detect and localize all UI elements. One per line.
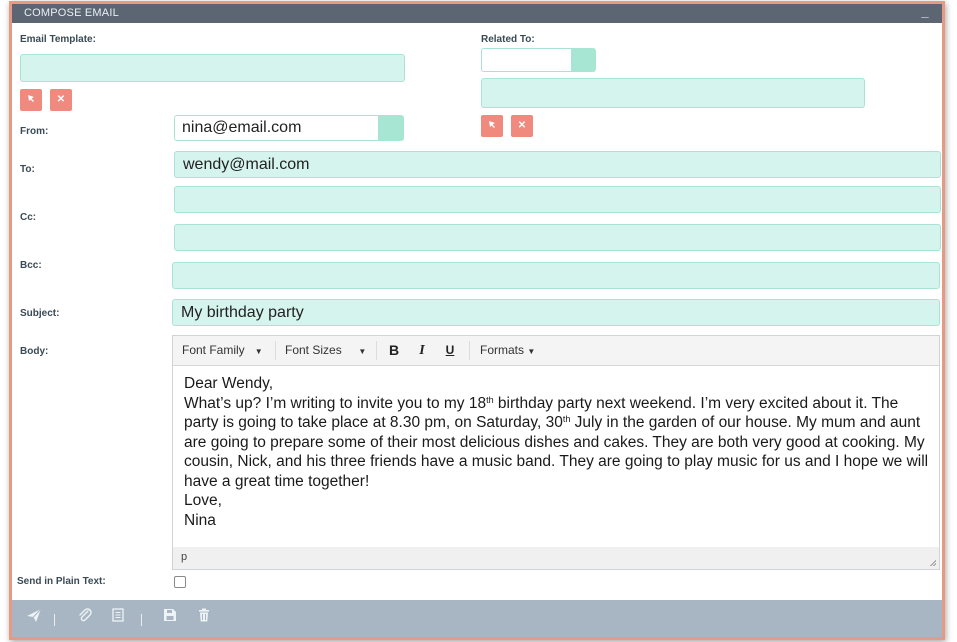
subject-label: Subject: <box>20 308 60 319</box>
body-editor[interactable]: Font Family ▼ Font Sizes ▼ B I U Formats… <box>172 335 940 570</box>
element-path[interactable]: p <box>181 551 187 563</box>
to-input[interactable] <box>175 152 940 177</box>
to-label: To: <box>20 164 35 175</box>
title-bar: COMPOSE EMAIL _ <box>12 4 942 23</box>
from-dropdown-button[interactable] <box>379 115 404 141</box>
action-bar <box>12 600 942 637</box>
body-label: Body: <box>20 346 49 357</box>
from-field[interactable] <box>174 115 379 141</box>
arrow-pointer-icon <box>28 95 34 102</box>
window-title: COMPOSE EMAIL <box>24 7 119 19</box>
font-family-dropdown[interactable]: Font Family ▼ <box>182 336 263 365</box>
plain-text-checkbox[interactable] <box>174 576 186 588</box>
related-to-type-select[interactable] <box>481 48 572 72</box>
arrow-pointer-icon <box>489 121 495 128</box>
font-sizes-dropdown[interactable]: Font Sizes ▼ <box>285 336 366 365</box>
bcc-field[interactable] <box>172 262 940 289</box>
related-to-input[interactable] <box>482 79 864 107</box>
bcc-label: Bcc: <box>20 260 42 271</box>
email-template-input[interactable] <box>21 55 404 81</box>
related-to-type-input[interactable] <box>482 49 571 71</box>
bold-button[interactable]: B <box>385 336 403 365</box>
toolbar-divider <box>376 341 377 360</box>
caret-down-icon: ▼ <box>527 347 536 356</box>
body-closing: Love, <box>184 492 222 509</box>
editor-toolbar: Font Family ▼ Font Sizes ▼ B I U Formats… <box>173 336 939 366</box>
email-template-clear-button[interactable]: ✕ <box>50 89 72 111</box>
cc-label: Cc: <box>20 212 37 223</box>
plain-text-label: Send in Plain Text: <box>17 576 106 587</box>
close-icon: ✕ <box>56 94 66 105</box>
body-paragraph: What’s up? I’m writing to invite you to … <box>184 394 934 492</box>
italic-button[interactable]: I <box>413 336 431 365</box>
subject-field[interactable] <box>172 299 940 326</box>
send-icon[interactable] <box>23 607 45 629</box>
font-family-label: Font Family <box>182 343 245 357</box>
cc-field[interactable] <box>174 224 941 251</box>
caret-down-icon: ▼ <box>358 347 367 356</box>
related-to-field[interactable] <box>481 78 865 108</box>
cc-input[interactable] <box>175 225 940 250</box>
toolbar-divider <box>275 341 276 360</box>
formats-dropdown[interactable]: Formats ▼ <box>480 336 535 365</box>
formats-label: Formats <box>480 343 525 357</box>
email-template-select-button[interactable] <box>20 89 42 111</box>
body-greeting: Dear Wendy, <box>184 375 274 392</box>
subject-input[interactable] <box>173 300 939 325</box>
font-sizes-label: Font Sizes <box>285 343 342 357</box>
toolbar-divider <box>469 341 470 360</box>
ordinal-suffix: th <box>486 394 494 405</box>
related-to-select-button[interactable] <box>481 115 503 137</box>
action-divider <box>54 614 55 626</box>
from-input[interactable] <box>175 116 378 140</box>
to-field[interactable] <box>174 151 941 178</box>
caret-down-icon: ▼ <box>254 347 263 356</box>
related-to-label: Related To: <box>481 34 535 45</box>
body-content[interactable]: Dear Wendy, What’s up? I’m writing to in… <box>184 374 934 530</box>
underline-button[interactable]: U <box>441 336 459 365</box>
email-template-field[interactable] <box>20 54 405 82</box>
compose-email-window: COMPOSE EMAIL _ Email Template: ✕ Relate… <box>9 1 945 640</box>
email-template-label: Email Template: <box>20 34 96 45</box>
body-text-1: What’s up? I’m writing to invite you to … <box>184 394 487 412</box>
editor-statusbar: p <box>173 547 939 569</box>
bcc-input[interactable] <box>173 263 939 288</box>
from-label: From: <box>20 126 49 137</box>
action-divider <box>141 614 142 626</box>
to-extra-field[interactable] <box>174 186 941 213</box>
save-icon[interactable] <box>159 607 181 629</box>
related-to-clear-button[interactable]: ✕ <box>511 115 533 137</box>
minimize-button[interactable]: _ <box>918 5 932 20</box>
paperclip-icon[interactable] <box>74 607 96 629</box>
trash-icon[interactable] <box>193 607 215 629</box>
related-to-type-dropdown-button[interactable] <box>572 48 596 72</box>
body-signature: Nina <box>184 511 216 529</box>
resize-handle-icon[interactable] <box>929 559 936 566</box>
close-icon: ✕ <box>517 120 527 131</box>
document-icon[interactable] <box>107 607 129 629</box>
